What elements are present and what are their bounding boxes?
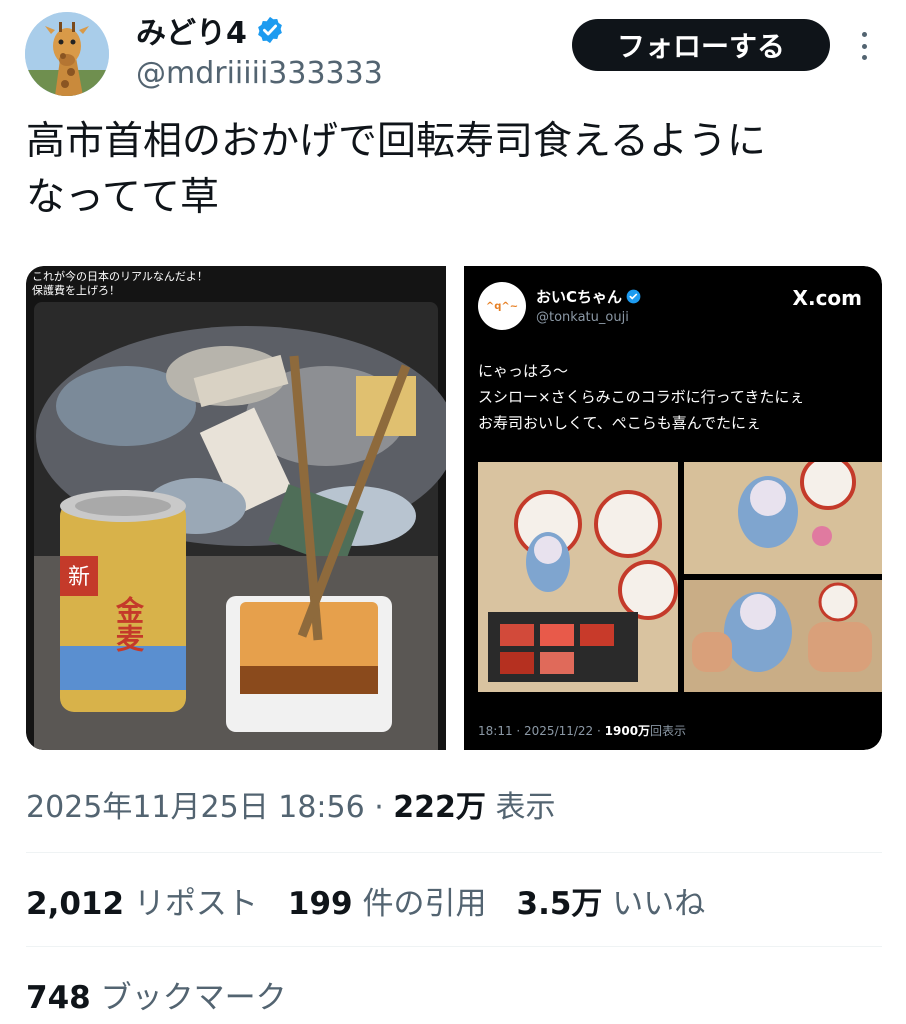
photo-overlay-line2: 保護費を上げろ！ xyxy=(32,284,120,297)
embed-meta-views-suffix: 回表示 xyxy=(650,724,687,738)
likes-count: 3.5万 xyxy=(516,886,603,922)
tweet-text: 高市首相のおかげで回転寿司食えるように なってて草 xyxy=(26,119,766,220)
embed-meta-date: 18:11 · 2025/11/22 · xyxy=(478,724,605,738)
embed-meta: 18:11 · 2025/11/22 · 1900万回表示 xyxy=(478,722,686,739)
embed-verified-icon xyxy=(626,289,641,304)
quotes-stat[interactable]: 199 件の引用 xyxy=(288,878,487,923)
divider-bottom xyxy=(26,946,882,947)
tweet-timestamp-row[interactable]: 2025年11月25日 18:56 · 222万 表示 xyxy=(26,782,555,826)
embed-display-name: おいCちゃん xyxy=(536,288,623,306)
embed-line-1: にゃっはろ〜 xyxy=(478,362,569,380)
photo-beer-and-trash[interactable]: 新 これが今の日本のリアルなんだよ！ 保護費を上げろ！ 金麦 xyxy=(26,266,446,750)
embed-line-2: スシロー×さくらみこのコラボに行ってきたにぇ xyxy=(478,388,805,406)
author-name-row[interactable]: みどり4 xyxy=(136,8,285,52)
author-handle[interactable]: @mdriiiii333333 xyxy=(136,56,383,91)
trash-scene-image: 新 xyxy=(26,266,446,750)
giraffe-avatar[interactable] xyxy=(25,12,109,96)
embed-brand: X.com xyxy=(792,286,862,310)
follow-button[interactable]: フォローする xyxy=(572,19,830,71)
verified-badge-icon xyxy=(258,16,282,44)
likes-stat[interactable]: 3.5万 いいね xyxy=(517,878,706,923)
can-label: 金麦 xyxy=(112,596,145,652)
reposts-label: リポスト xyxy=(124,886,258,922)
tweet-header: みどり4 @mdriiiii333333 フォローする xyxy=(0,0,906,110)
bookmarks-label: ブックマーク xyxy=(90,980,287,1016)
embed-handle: @tonkatu_ouji xyxy=(536,310,629,325)
engagement-stats: 2,012 リポスト 199 件の引用 3.5万 いいね xyxy=(26,878,705,923)
likes-label: いいね xyxy=(602,886,706,922)
bookmarks-count: 748 xyxy=(26,980,91,1016)
tweet-views-label: 表示 xyxy=(485,790,556,825)
reposts-count: 2,012 xyxy=(26,886,125,922)
embed-meta-views: 1900万 xyxy=(604,724,651,738)
embed-name-row: おいCちゃん xyxy=(536,286,641,307)
bookmarks-stat[interactable]: 748 ブックマーク xyxy=(26,972,287,1017)
embed-line-3: お寿司おいしくて、ぺこらも喜んでたにぇ xyxy=(478,414,762,432)
quotes-count: 199 xyxy=(287,886,353,922)
more-dots-icon[interactable] xyxy=(850,28,878,64)
svg-text:新: 新 xyxy=(68,565,90,590)
sushi-photo-grid-image xyxy=(478,462,882,692)
author-display-name[interactable]: みどり4 xyxy=(136,8,247,52)
photo-embedded-post[interactable]: ^q^~ おいCちゃん @tonkatu_ouji X.com にゃっはろ〜 ス… xyxy=(464,266,882,750)
quotes-label: 件の引用 xyxy=(352,886,487,922)
tweet-views-count: 222万 xyxy=(393,790,486,825)
tweet-date[interactable]: 2025年11月25日 18:56 · xyxy=(26,790,393,825)
media-grid: 新 これが今の日本のリアルなんだよ！ 保護費を上げろ！ 金麦 ^q^~ おいCち… xyxy=(26,266,882,750)
embed-avatar: ^q^~ xyxy=(478,282,526,330)
giraffe-avatar-image xyxy=(25,12,109,96)
divider-top xyxy=(26,852,882,853)
reposts-stat[interactable]: 2,012 リポスト xyxy=(26,878,258,923)
